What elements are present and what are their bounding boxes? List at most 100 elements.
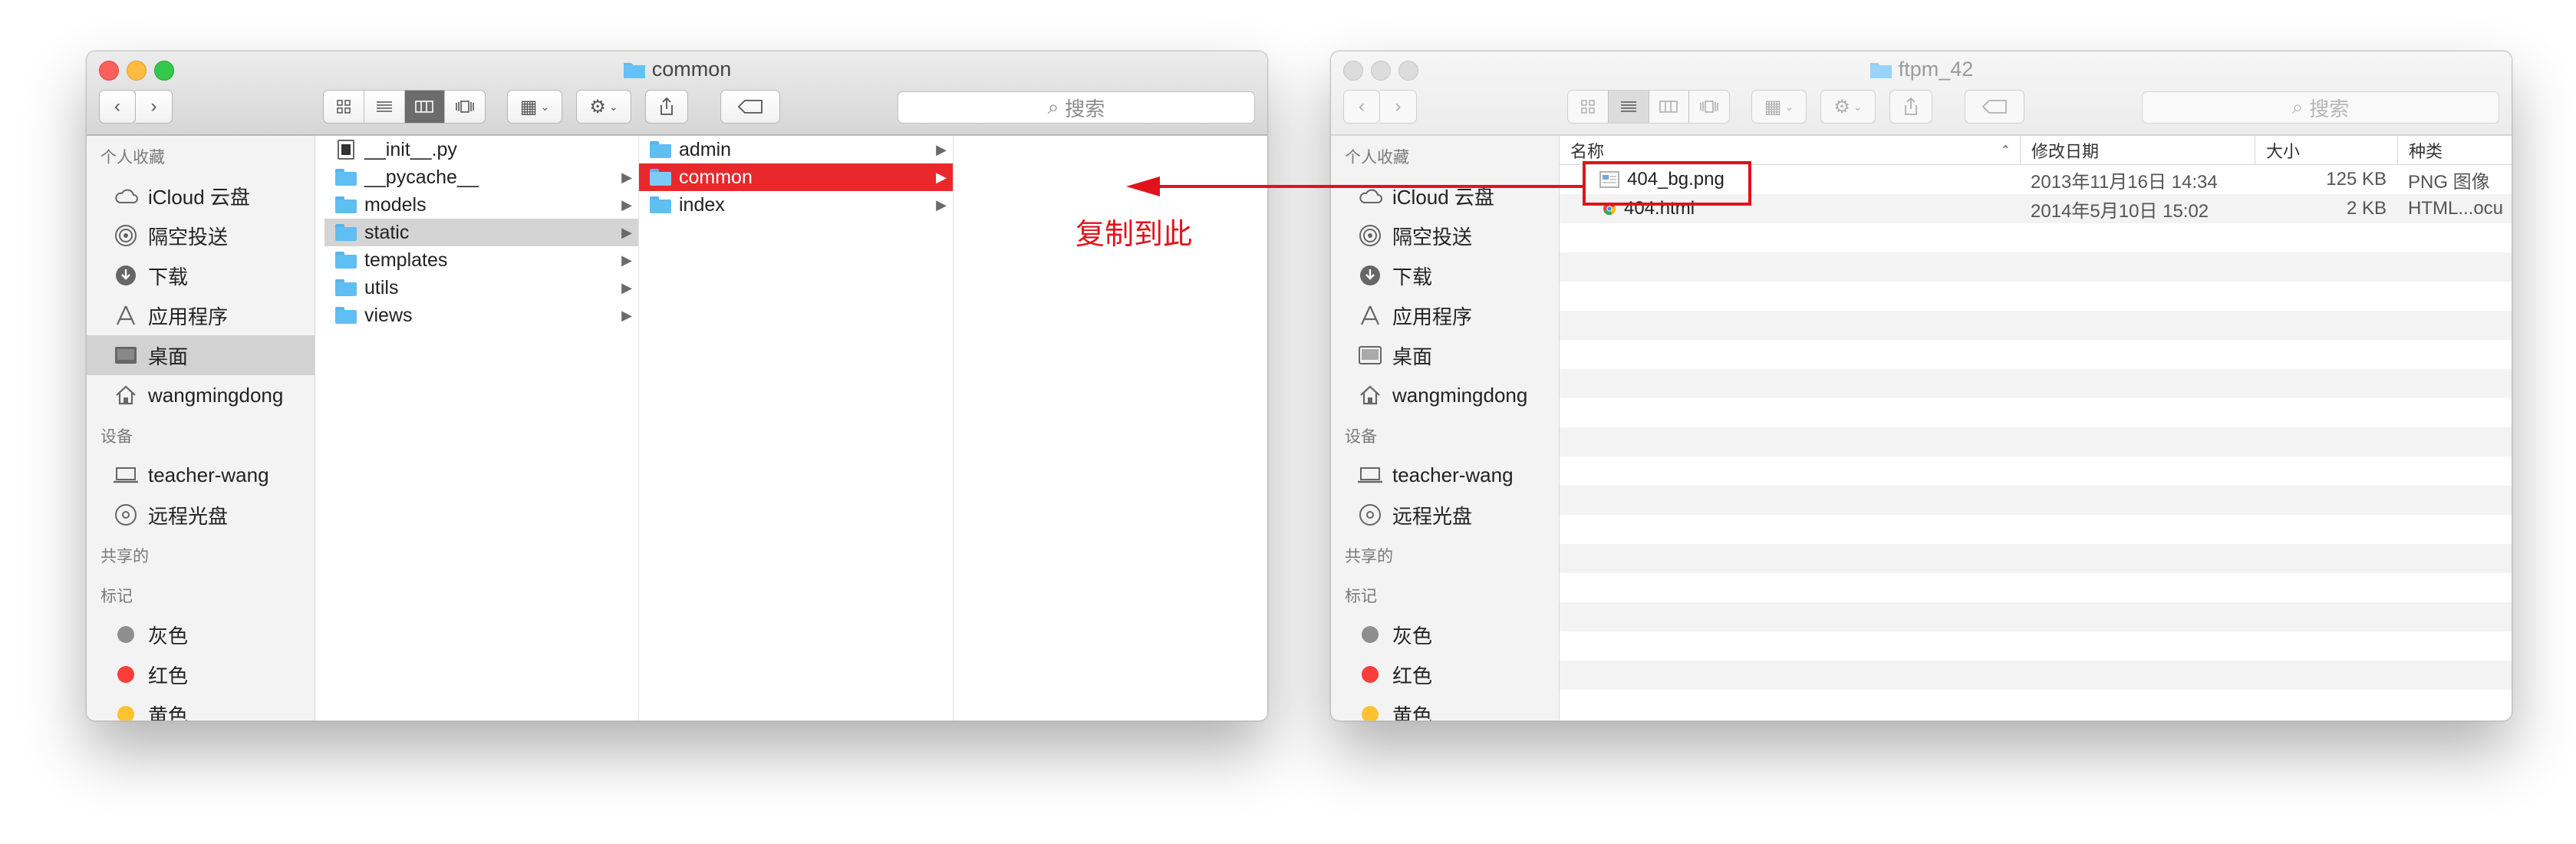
column-view-button[interactable] [1649, 91, 1690, 123]
sidebar-item-remote-disc[interactable]: 远程光盘 [1331, 495, 1559, 535]
sidebar-tag-red[interactable]: 红色 [87, 654, 315, 694]
view-mode-control[interactable] [1567, 90, 1730, 124]
column-item-admin[interactable]: admin ▶ [639, 136, 953, 163]
column-header-size[interactable]: 大小 [2255, 136, 2397, 165]
column-item-templates[interactable]: templates ▶ [324, 246, 638, 274]
column-header-kind[interactable]: 种类 [2397, 136, 2512, 165]
sidebar-item-home[interactable]: wangmingdong [87, 375, 315, 415]
column-header-modified[interactable]: 修改日期 [2020, 136, 2255, 165]
back-button[interactable]: ‹ [1343, 90, 1380, 124]
list-view-button[interactable] [1608, 91, 1649, 123]
arrange-grid-icon: ▦ [519, 96, 538, 117]
icon-view-button[interactable] [1568, 91, 1609, 123]
forward-button[interactable]: › [136, 90, 173, 124]
search-icon: ⌕ [1047, 95, 1059, 118]
search-input[interactable]: ⌕ 搜索 [898, 91, 1255, 124]
disclosure-arrow-icon: ▶ [621, 197, 632, 213]
window-title: ftpm_42 [1331, 58, 2512, 81]
forward-button[interactable]: › [1380, 90, 1417, 124]
gallery-view-button[interactable] [1689, 91, 1729, 123]
list-view-button[interactable] [364, 91, 405, 123]
column-item-init-py[interactable]: __init__.py [324, 136, 638, 163]
empty-row [1560, 427, 2512, 457]
desktop-icon [1357, 342, 1383, 368]
icon-view-button[interactable] [324, 91, 364, 123]
action-button[interactable]: ⚙ ⌄ [1820, 90, 1876, 124]
column-item-models[interactable]: models ▶ [324, 191, 638, 219]
empty-row [1560, 340, 2512, 369]
disclosure-arrow-icon: ▶ [621, 308, 632, 323]
grid-icon [1581, 100, 1595, 114]
sidebar-item-airdrop[interactable]: 隔空投送 [87, 216, 315, 256]
gallery-view-button[interactable] [445, 91, 485, 123]
titlebar: ftpm_42 ‹ › ▦ ⌄ ⚙ ⌄ ⌕ 搜索 [1331, 51, 2512, 136]
airdrop-icon [113, 223, 139, 249]
search-input[interactable]: ⌕ 搜索 [2142, 91, 2499, 124]
action-button[interactable]: ⚙ ⌄ [576, 90, 631, 124]
file-list: 404_bg.png 2013年11月16日 14:34 125 KB PNG … [1560, 165, 2512, 720]
sidebar: 个人收藏 iCloud 云盘 隔空投送 下载 应用程序 桌面 wangmingd… [87, 136, 315, 720]
column-item-utils[interactable]: utils ▶ [324, 274, 638, 302]
empty-row [1560, 573, 2512, 602]
airdrop-icon [1357, 223, 1383, 249]
sidebar-item-desktop[interactable]: 桌面 [1331, 335, 1559, 375]
arrange-button[interactable]: ▦ ⌄ [507, 90, 562, 124]
column-item-static[interactable]: static ▶ [324, 219, 638, 246]
sort-ascending-icon: ⌃ [2000, 144, 2011, 157]
column-item-common[interactable]: common ▶ [639, 163, 953, 191]
file-modified: 2013年11月16日 14:34 [2031, 171, 2218, 193]
sidebar-item-teacher-wang[interactable]: teacher-wang [87, 455, 315, 495]
sidebar-item-icloud[interactable]: iCloud 云盘 [87, 176, 315, 216]
tag-dot-icon [117, 706, 134, 720]
share-button[interactable] [1889, 90, 1932, 124]
sidebar-tag-yellow[interactable]: 黄色 [87, 694, 315, 720]
chevron-down-icon: ⌄ [1853, 100, 1863, 113]
coverflow-icon [1700, 101, 1718, 113]
annotation-arrow-line [1158, 185, 1583, 188]
chevron-down-icon: ⌄ [608, 100, 618, 113]
sidebar-section-shared: 共享的 [1345, 548, 1393, 565]
sidebar-item-applications[interactable]: 应用程序 [87, 295, 315, 335]
tag-button[interactable] [1965, 90, 2024, 124]
sidebar-tag-red[interactable]: 红色 [1331, 654, 1559, 694]
arrange-button[interactable]: ▦ ⌄ [1751, 90, 1807, 124]
folder-icon [335, 169, 357, 186]
annotation-arrow-head-icon [1126, 176, 1160, 196]
file-kind: PNG 图像 [2408, 171, 2490, 193]
empty-row [1560, 544, 2512, 573]
disc-icon [113, 502, 139, 528]
sidebar-item-home[interactable]: wangmingdong [1331, 375, 1559, 415]
sidebar-item-teacher-wang[interactable]: teacher-wang [1331, 455, 1559, 495]
finder-window-ftpm-42: ftpm_42 ‹ › ▦ ⌄ ⚙ ⌄ ⌕ 搜索 个人收藏 iCloud 云盘 隔空投… [1330, 51, 2512, 721]
disclosure-arrow-icon: ▶ [936, 170, 947, 185]
empty-row [1560, 661, 2512, 690]
sidebar-item-desktop[interactable]: 桌面 [87, 335, 315, 375]
folder-icon [335, 224, 357, 241]
sidebar-tag-gray[interactable]: 灰色 [1331, 615, 1559, 654]
disclosure-arrow-icon: ▶ [621, 225, 632, 240]
tag-button[interactable] [720, 90, 780, 124]
column-item-index[interactable]: index ▶ [639, 191, 953, 219]
chevron-down-icon: ⌄ [1784, 100, 1794, 113]
tag-dot-icon [1362, 626, 1379, 643]
view-mode-control[interactable] [323, 90, 486, 124]
sidebar-section-tags: 标记 [100, 588, 133, 605]
tag-icon [737, 100, 763, 114]
column-item-pycache[interactable]: __pycache__ ▶ [324, 163, 638, 191]
disclosure-arrow-icon: ▶ [621, 280, 632, 295]
share-icon [1905, 97, 1917, 115]
sidebar-item-applications[interactable]: 应用程序 [1331, 295, 1559, 335]
back-button[interactable]: ‹ [99, 90, 136, 124]
share-button[interactable] [645, 90, 688, 124]
sidebar-item-downloads[interactable]: 下载 [1331, 256, 1559, 295]
column-view-button[interactable] [404, 91, 446, 123]
list-icon [1620, 101, 1636, 112]
sidebar-section-favorites: 个人收藏 [1345, 149, 1409, 166]
column-item-views[interactable]: views ▶ [324, 302, 638, 329]
sidebar-tag-yellow[interactable]: 黄色 [1331, 694, 1559, 720]
sidebar-item-remote-disc[interactable]: 远程光盘 [87, 495, 315, 535]
sidebar-item-airdrop[interactable]: 隔空投送 [1331, 216, 1559, 256]
sidebar-item-downloads[interactable]: 下载 [87, 256, 315, 295]
sidebar-item-icloud[interactable]: iCloud 云盘 [1331, 176, 1559, 216]
sidebar-tag-gray[interactable]: 灰色 [87, 615, 315, 654]
